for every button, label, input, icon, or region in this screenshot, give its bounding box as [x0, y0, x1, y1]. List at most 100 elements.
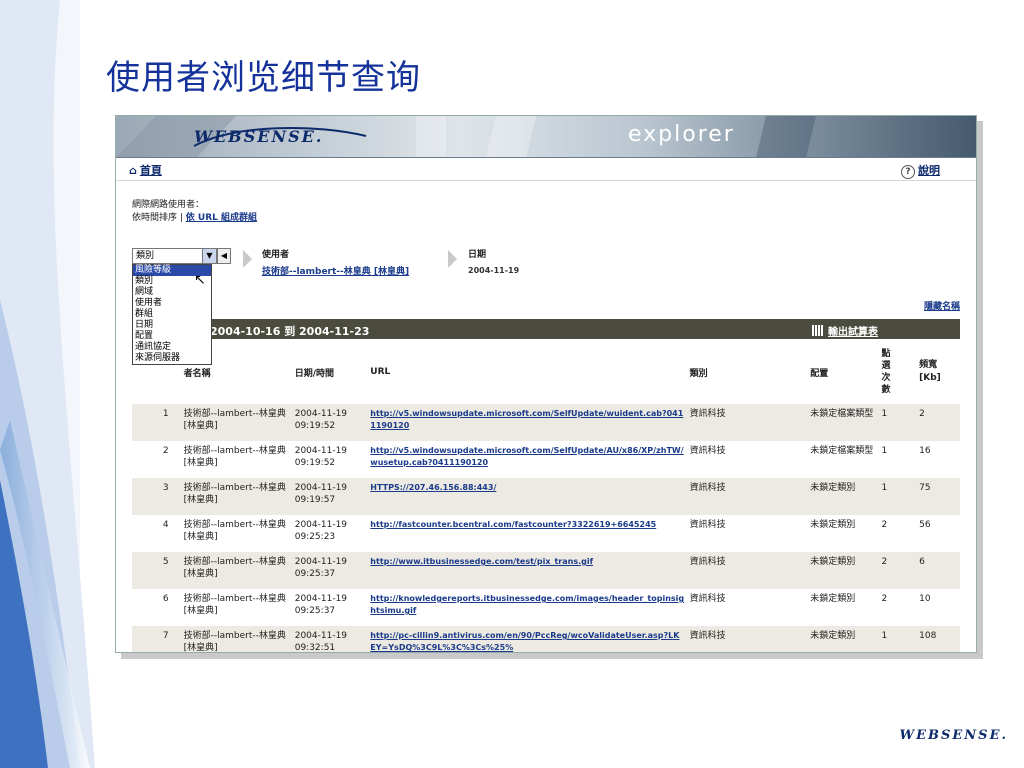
row-user-name: 技術部--lambert--林皇典 [林皇典] [183, 446, 286, 468]
table-row: 5 技術部--lambert--林皇典 [林皇典] 2004-11-19 09:25:… [132, 552, 960, 589]
table-row: 7 技術部--lambert--林皇典 [林皇典] 2004-11-19 09:32:… [132, 626, 960, 653]
row-date: 2004-11-19 [294, 594, 348, 604]
table-row: 2 技術部--lambert--林皇典 [林皇典] 2004-11-19 09:19:… [132, 441, 960, 478]
row-bandwidth: 16 [919, 446, 931, 456]
row-date: 2004-11-19 [294, 520, 348, 530]
row-hits: 1 [880, 404, 919, 441]
col-header-datetime[interactable]: 日期/時間 [294, 340, 370, 404]
option-group[interactable]: 群組 [133, 309, 211, 320]
row-disposition: 未鎖定類別 [810, 520, 856, 530]
row-time: 09:32:51 [294, 643, 336, 653]
row-url-link[interactable]: http://v5.windowsupdate.microsoft.com/Se… [369, 441, 685, 478]
row-user-name: 技術部--lambert--林皇典 [林皇典] [182, 552, 294, 589]
row-time: 09:19:52 [294, 458, 336, 468]
col-header-hits[interactable]: 點選次數 [880, 340, 918, 404]
table-row: 6 技術部--lambert--林皇典 [林皇典] 2004-11-19 09:25:… [132, 589, 960, 626]
row-number: 3 [132, 478, 183, 515]
option-protocol[interactable]: 通訊協定 [133, 342, 211, 353]
slide-title: 使用者浏览细节查询 [106, 58, 421, 98]
col-header-bandwidth[interactable]: 頻寬[Kb] [918, 340, 960, 404]
drilldown-select[interactable]: 類別 ▼ [132, 248, 217, 264]
col-header-disposition[interactable]: 配置 [809, 340, 880, 404]
row-disposition: 未鎖定類別 [809, 626, 881, 652]
filter-line-sort: 依時間排序 | 依 URL 組成群組 [132, 212, 257, 225]
filter-summary: 網際網路使用者： 依時間排序 | 依 URL 組成群組 [132, 199, 257, 225]
col-header-category[interactable]: 類別 [686, 340, 810, 404]
product-name: explorer [628, 122, 735, 147]
explorer-banner: WEBSENSE. explorer [116, 116, 976, 158]
row-hits: 1 [880, 478, 919, 515]
table-header-row: 者名稱 日期/時間 URL 類別 配置 點選次數 頻寬[Kb] [132, 340, 960, 404]
row-user-name: 技術部--lambert--林皇典 [林皇典] [183, 520, 286, 542]
row-category: 資訊科技 [689, 520, 726, 530]
home-link[interactable]: ⌂ 首頁 [129, 162, 162, 178]
row-datetime: 2004-11-19 09:25:37 [293, 552, 370, 589]
option-domain[interactable]: 網域 [133, 287, 211, 298]
browse-detail-table: 者名稱 日期/時間 URL 類別 配置 點選次數 頻寬[Kb] 1 技術部--la… [132, 340, 960, 653]
row-datetime: 2004-11-19 09:32:51 [293, 626, 370, 653]
table-row: 1 技術部--lambert--林皇典 [林皇典] 2004-11-19 09:19:… [132, 404, 960, 441]
breadcrumb-date-value: 2004-11-19 [468, 266, 520, 275]
option-date[interactable]: 日期 [133, 320, 211, 331]
row-category: 資訊科技 [685, 552, 810, 589]
row-datetime: 2004-11-19 09:25:23 [294, 515, 370, 552]
row-url-link[interactable]: http://pc-cillin9.antivirus.com/en/90/Pc… [369, 626, 686, 652]
row-bandwidth: 10 [919, 594, 931, 604]
option-disposition[interactable]: 配置 [133, 331, 211, 342]
row-date: 2004-11-19 [294, 446, 348, 456]
row-user-name: 技術部--lambert--林皇典 [林皇典] [182, 404, 294, 441]
top-navigation: ⌂ 首頁 ? 說明 [116, 158, 976, 181]
option-source-server[interactable]: 來源伺服器 [133, 353, 211, 364]
row-url-link[interactable]: http://v5.windowsupdate.microsoft.com/Se… [369, 404, 686, 441]
row-time: 09:25:37 [294, 606, 336, 616]
breadcrumb-user-link[interactable]: 技術部--lambert--林皇典 [林皇典] [262, 264, 409, 277]
row-disposition: 未鎖定類別 [810, 594, 856, 604]
export-spreadsheet-link[interactable]: 輸出試算表 [812, 323, 878, 338]
row-hits: 2 [880, 552, 919, 589]
decorative-swoosh [0, 0, 110, 768]
row-hits: 2 [881, 594, 888, 604]
help-link[interactable]: ? 說明 [901, 162, 940, 179]
row-url-link[interactable]: http://knowledgereports.itbusinessedge.c… [369, 589, 685, 626]
row-date: 2004-11-19 [294, 631, 348, 641]
row-category: 資訊科技 [685, 626, 810, 652]
col-header-url[interactable]: URL [369, 340, 685, 404]
row-number: 4 [162, 520, 169, 530]
row-date: 2004-11-19 [294, 557, 348, 567]
group-by-url-link[interactable]: 依 URL 組成群組 [186, 213, 257, 223]
hide-names-link[interactable]: 隱藏名稱 [924, 299, 960, 312]
row-user-name: 技術部--lambert--林皇典 [林皇典] [182, 626, 294, 652]
chevron-down-icon[interactable]: ▼ [202, 249, 216, 263]
breadcrumb-arrow-icon [448, 250, 457, 268]
help-icon: ? [901, 165, 915, 179]
home-icon: ⌂ [129, 164, 137, 177]
export-label: 輸出試算表 [828, 327, 878, 338]
col-header-bandwidth-label: 頻寬[Kb] [919, 360, 941, 383]
row-url-link[interactable]: http://fastcounter.bcentral.com/fastcoun… [369, 515, 685, 552]
row-bandwidth: 75 [918, 478, 960, 515]
drilldown-select-value: 類別 [136, 251, 155, 261]
help-label: 說明 [918, 164, 940, 177]
row-url-link[interactable]: HTTPS://207.46.156.88:443/ [369, 478, 686, 515]
back-arrow-button[interactable]: ◀ [217, 248, 231, 264]
option-user[interactable]: 使用者 [133, 298, 211, 309]
row-number: 1 [132, 404, 183, 441]
row-date: 2004-11-19 [294, 409, 348, 419]
spreadsheet-icon [812, 325, 823, 336]
table-row: 4 技術部--lambert--林皇典 [林皇典] 2004-11-19 09:25:… [132, 515, 960, 552]
breadcrumb-date-header: 日期 [468, 250, 487, 260]
breadcrumb-user-header: 使用者 [262, 250, 290, 260]
websense-explorer-screenshot: WEBSENSE. explorer ⌂ 首頁 ? 說明 網際網路使用者： 依時間排… [115, 115, 977, 653]
breadcrumb-arrow-icon [243, 250, 252, 268]
row-time: 09:25:23 [294, 532, 336, 542]
date-range: 2004-10-16 到 2004-11-23 [210, 325, 370, 338]
row-url-link[interactable]: http://www.itbusinessedge.com/test/pix_t… [369, 552, 686, 589]
row-category: 資訊科技 [689, 594, 726, 604]
row-number: 5 [132, 552, 183, 589]
row-bandwidth: 56 [919, 520, 931, 530]
row-date: 2004-11-19 [294, 483, 348, 493]
filter-line-users: 網際網路使用者： [132, 200, 205, 210]
row-category: 資訊科技 [685, 404, 810, 441]
row-number: 7 [132, 626, 183, 652]
row-disposition: 未鎖定類別 [809, 478, 881, 515]
